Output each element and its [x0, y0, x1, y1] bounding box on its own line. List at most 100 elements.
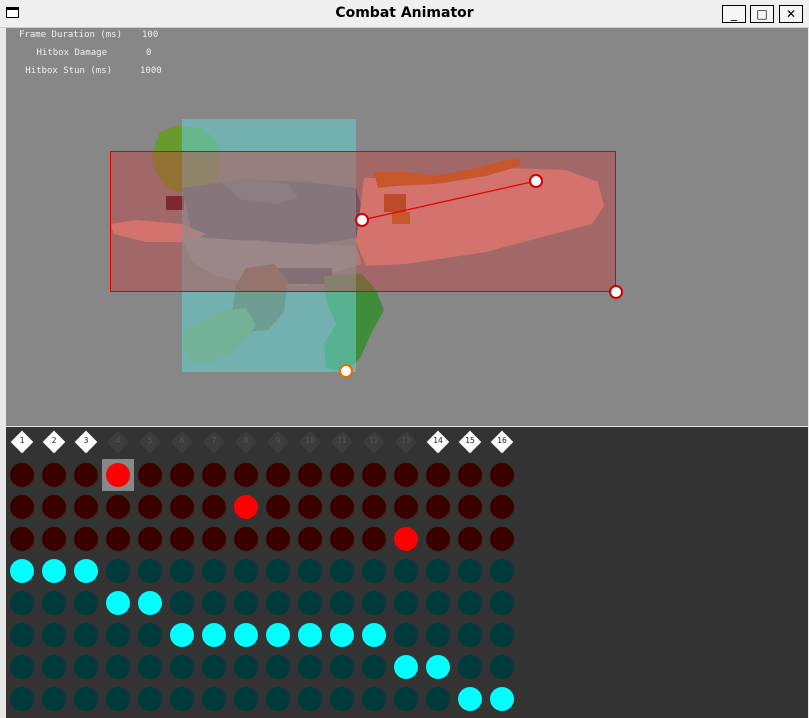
hurtbox-cell[interactable]: [426, 591, 450, 615]
hurtbox-cell[interactable]: [266, 655, 290, 679]
hitbox-cell[interactable]: [426, 527, 450, 551]
hurtbox-cell[interactable]: [74, 591, 98, 615]
hurtbox-cell[interactable]: [42, 591, 66, 615]
hurtbox-cell[interactable]: [234, 591, 258, 615]
hitbox-cell[interactable]: [234, 495, 258, 519]
hurtbox-cell[interactable]: [106, 655, 130, 679]
hitbox-cell[interactable]: [298, 527, 322, 551]
hitbox-cell[interactable]: [10, 527, 34, 551]
hurtbox-cell[interactable]: [330, 591, 354, 615]
hurtbox-cell[interactable]: [266, 591, 290, 615]
hitbox-resize-handle[interactable]: [609, 285, 623, 299]
hurtbox-cell[interactable]: [362, 687, 386, 711]
hitbox-cell[interactable]: [42, 495, 66, 519]
hurtbox-cell[interactable]: [234, 559, 258, 583]
hitbox-cell[interactable]: [266, 527, 290, 551]
hurtbox-cell[interactable]: [74, 559, 98, 583]
hurtbox-cell[interactable]: [298, 687, 322, 711]
close-button[interactable]: ✕: [779, 5, 803, 23]
hitbox-cell[interactable]: [138, 527, 162, 551]
hurtbox-cell[interactable]: [74, 687, 98, 711]
hurtbox-cell[interactable]: [426, 559, 450, 583]
hurtbox-cell[interactable]: [234, 623, 258, 647]
hurtbox-resize-handle[interactable]: [339, 364, 353, 378]
hurtbox-cell[interactable]: [202, 687, 226, 711]
hitbox-cell[interactable]: [170, 527, 194, 551]
hurtbox-cell[interactable]: [362, 559, 386, 583]
hurtbox-cell[interactable]: [394, 623, 418, 647]
hurtbox-cell[interactable]: [426, 687, 450, 711]
hurtbox-cell[interactable]: [266, 687, 290, 711]
hurtbox-cell[interactable]: [106, 687, 130, 711]
hurtbox-cell[interactable]: [426, 623, 450, 647]
hitbox-cell[interactable]: [10, 495, 34, 519]
hurtbox-cell[interactable]: [394, 655, 418, 679]
hurtbox-cell[interactable]: [330, 623, 354, 647]
hurtbox-cell[interactable]: [202, 559, 226, 583]
hurtbox-cell[interactable]: [170, 687, 194, 711]
hitbox-cell[interactable]: [330, 527, 354, 551]
hitbox-cell[interactable]: [362, 463, 386, 487]
hitbox-cell[interactable]: [266, 495, 290, 519]
hurtbox-cell[interactable]: [458, 687, 482, 711]
hitbox-cell[interactable]: [138, 495, 162, 519]
hitbox-cell[interactable]: [234, 527, 258, 551]
hurtbox-cell[interactable]: [330, 559, 354, 583]
hitbox-cell[interactable]: [490, 463, 514, 487]
hitbox-cell[interactable]: [330, 463, 354, 487]
hitbox-cell[interactable]: [138, 463, 162, 487]
hurtbox-cell[interactable]: [138, 623, 162, 647]
hitbox-cell[interactable]: [202, 495, 226, 519]
hurtbox-cell[interactable]: [490, 623, 514, 647]
hurtbox-cell[interactable]: [490, 687, 514, 711]
hitbox-cell[interactable]: [298, 495, 322, 519]
hurtbox-cell[interactable]: [298, 591, 322, 615]
hurtbox-cell[interactable]: [10, 559, 34, 583]
hurtbox-cell[interactable]: [74, 655, 98, 679]
hitbox-cell[interactable]: [458, 527, 482, 551]
hurtbox-cell[interactable]: [458, 623, 482, 647]
hurtbox-cell[interactable]: [202, 591, 226, 615]
hurtbox-cell[interactable]: [42, 687, 66, 711]
hitbox-cell[interactable]: [106, 463, 130, 487]
hitbox-cell[interactable]: [458, 495, 482, 519]
hurtbox-cell[interactable]: [394, 591, 418, 615]
hitbox-knockback-target-handle[interactable]: [529, 174, 543, 188]
hurtbox-cell[interactable]: [42, 559, 66, 583]
hitbox-cell[interactable]: [202, 527, 226, 551]
hitbox-cell[interactable]: [490, 527, 514, 551]
hurtbox-cell[interactable]: [170, 623, 194, 647]
hurtbox-cell[interactable]: [106, 559, 130, 583]
hitbox-cell[interactable]: [170, 495, 194, 519]
hitbox-cell[interactable]: [394, 463, 418, 487]
hitbox-cell[interactable]: [298, 463, 322, 487]
hurtbox-cell[interactable]: [170, 559, 194, 583]
minimize-button[interactable]: _: [722, 5, 746, 23]
hurtbox-cell[interactable]: [138, 655, 162, 679]
hurtbox-cell[interactable]: [202, 623, 226, 647]
hurtbox-cell[interactable]: [170, 655, 194, 679]
hurtbox-cell[interactable]: [298, 623, 322, 647]
hurtbox-cell[interactable]: [330, 655, 354, 679]
hurtbox-cell[interactable]: [490, 591, 514, 615]
hurtbox-cell[interactable]: [266, 559, 290, 583]
hurtbox-cell[interactable]: [458, 559, 482, 583]
hurtbox-cell[interactable]: [298, 655, 322, 679]
hitbox-cell[interactable]: [426, 495, 450, 519]
hitbox-cell[interactable]: [458, 463, 482, 487]
hitbox-cell[interactable]: [42, 463, 66, 487]
hitbox-cell[interactable]: [394, 495, 418, 519]
hurtbox-cell[interactable]: [362, 655, 386, 679]
hurtbox-cell[interactable]: [362, 623, 386, 647]
hurtbox-cell[interactable]: [138, 687, 162, 711]
hurtbox-cell[interactable]: [10, 655, 34, 679]
hitbox-cell[interactable]: [74, 463, 98, 487]
hurtbox-cell[interactable]: [234, 655, 258, 679]
hurtbox-cell[interactable]: [10, 687, 34, 711]
hitbox-cell[interactable]: [362, 527, 386, 551]
maximize-button[interactable]: □: [750, 5, 774, 23]
hitbox-cell[interactable]: [74, 495, 98, 519]
hurtbox-cell[interactable]: [106, 591, 130, 615]
hurtbox-cell[interactable]: [42, 623, 66, 647]
hitbox-cell[interactable]: [106, 495, 130, 519]
